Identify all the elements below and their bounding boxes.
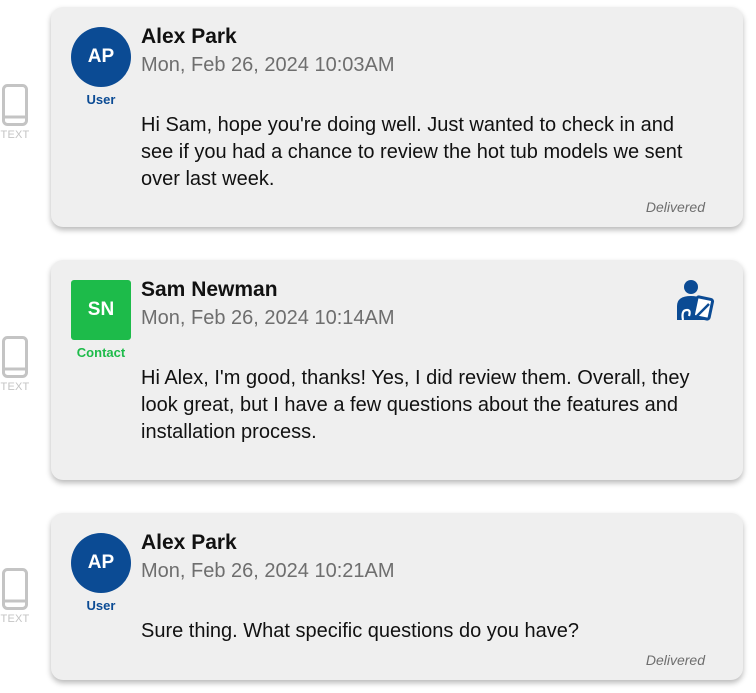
phone-icon bbox=[2, 336, 28, 378]
sender-name: Sam Newman bbox=[141, 278, 278, 301]
avatar[interactable]: SN bbox=[71, 280, 131, 340]
sender-role: Contact bbox=[76, 345, 126, 360]
message-timestamp: Mon, Feb 26, 2024 10:03AM bbox=[141, 54, 395, 76]
phone-icon bbox=[2, 84, 28, 126]
channel-indicator: TEXT bbox=[0, 336, 30, 393]
sender-name: Alex Park bbox=[141, 25, 237, 48]
message-body: Sure thing. What specific questions do y… bbox=[141, 620, 580, 642]
sender-name: Alex Park bbox=[141, 531, 237, 554]
message-thread: TEXT AP User Alex Park Mon, Feb 26, 2024… bbox=[0, 0, 756, 693]
message-card[interactable]: SN Contact Sam Newman Mon, Feb 26, 2024 … bbox=[51, 260, 743, 480]
avatar[interactable]: AP bbox=[71, 533, 131, 593]
phone-icon bbox=[2, 568, 28, 610]
message-card[interactable]: AP User Alex Park Mon, Feb 26, 2024 10:2… bbox=[51, 513, 743, 680]
channel-label: TEXT bbox=[0, 381, 30, 393]
channel-label: TEXT bbox=[0, 613, 30, 625]
sender-avatar-block: AP User bbox=[70, 27, 132, 107]
message-timestamp: Mon, Feb 26, 2024 10:21AM bbox=[141, 560, 395, 582]
message-timestamp: Mon, Feb 26, 2024 10:14AM bbox=[141, 307, 395, 329]
message-body: Hi Alex, I'm good, thanks! Yes, I did re… bbox=[141, 367, 690, 443]
sender-avatar-block: SN Contact bbox=[70, 280, 132, 360]
channel-label: TEXT bbox=[0, 129, 30, 141]
delivery-status: Delivered bbox=[645, 652, 705, 668]
sender-role: User bbox=[86, 92, 116, 107]
avatar[interactable]: AP bbox=[71, 27, 131, 87]
delivery-status: Delivered bbox=[645, 199, 705, 215]
sender-avatar-block: AP User bbox=[70, 533, 132, 613]
message-card[interactable]: AP User Alex Park Mon, Feb 26, 2024 10:0… bbox=[51, 7, 743, 227]
agent-reply-icon[interactable] bbox=[675, 278, 715, 327]
message-body: Hi Sam, hope you're doing well. Just wan… bbox=[141, 114, 683, 190]
channel-indicator: TEXT bbox=[0, 84, 30, 141]
channel-indicator: TEXT bbox=[0, 568, 30, 625]
sender-role: User bbox=[86, 598, 116, 613]
